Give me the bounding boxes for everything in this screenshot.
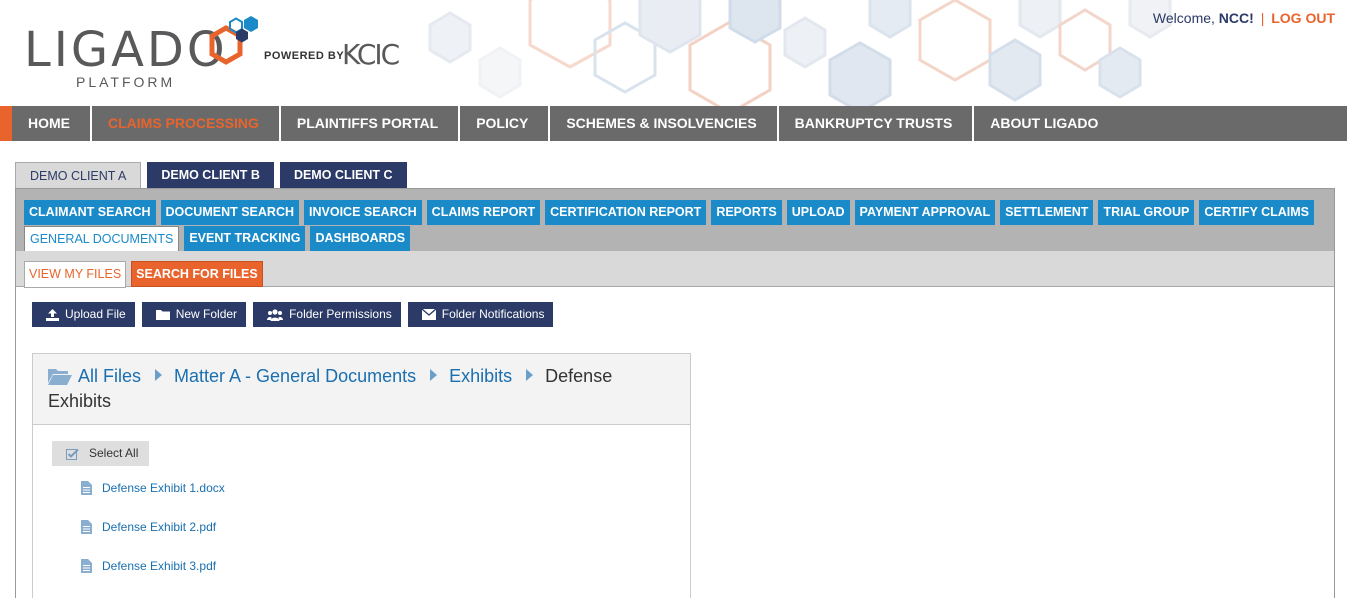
client-tabs: DEMO CLIENT A DEMO CLIENT B DEMO CLIENT … [15, 162, 413, 190]
file-name[interactable]: Defense Exhibit 3.pdf [102, 559, 216, 573]
nav-bankruptcy-trusts[interactable]: BANKRUPTCY TRUSTS [779, 106, 975, 141]
list-item[interactable]: Defense Exhibit 2.pdf [81, 520, 225, 559]
breadcrumb-all-files[interactable]: All Files [78, 366, 141, 386]
subtab-reports[interactable]: REPORTS [711, 200, 782, 225]
nav-schemes-insolvencies[interactable]: SCHEMES & INSOLVENCIES [550, 106, 779, 141]
welcome-text: Welcome, [1152, 10, 1215, 26]
chevron-right-icon [430, 369, 438, 381]
file-list: Defense Exhibit 1.docx Defense Exhibit 2… [81, 481, 225, 598]
tab-view-my-files[interactable]: VIEW MY FILES [24, 261, 127, 288]
nav-home[interactable]: HOME [12, 106, 92, 141]
tab-search-for-files[interactable]: SEARCH FOR FILES [131, 261, 263, 287]
folder-permissions-label: Folder Permissions [289, 307, 392, 321]
chevron-right-icon [155, 369, 163, 381]
client-panel: CLAIMANT SEARCH DOCUMENT SEARCH INVOICE … [15, 188, 1335, 598]
users-icon [267, 308, 284, 321]
tab-demo-client-a[interactable]: DEMO CLIENT A [15, 162, 142, 190]
sub-nav-row-2: GENERAL DOCUMENTS EVENT TRACKING DASHBOA… [24, 226, 415, 252]
select-all-label: Select All [89, 446, 139, 460]
folder-notifications-button[interactable]: Folder Notifications [407, 302, 554, 327]
breadcrumb-bar: All Files Matter A - General Documents Exh… [33, 354, 690, 425]
breadcrumb: All Files Matter A - General Documents Exh… [48, 364, 668, 414]
subtab-certification-report[interactable]: CERTIFICATION REPORT [545, 200, 707, 225]
logo-hexagon-icon [209, 16, 258, 65]
nav-accent-bar [0, 106, 12, 141]
tab-demo-client-b[interactable]: DEMO CLIENT B [147, 162, 274, 189]
folder-permissions-button[interactable]: Folder Permissions [253, 302, 401, 327]
user-name: NCC! [1218, 10, 1254, 26]
upload-icon [46, 308, 59, 321]
welcome-separator: | [1260, 10, 1265, 26]
nav-about-ligado[interactable]: ABOUT LIGADO [974, 106, 1118, 141]
subtab-upload[interactable]: UPLOAD [786, 200, 850, 225]
subtab-settlement[interactable]: SETTLEMENT [1000, 200, 1094, 225]
subtab-trial-group[interactable]: TRIAL GROUP [1098, 200, 1195, 225]
breadcrumb-matter-a[interactable]: Matter A - General Documents [174, 366, 416, 386]
file-icon [81, 481, 92, 495]
chevron-right-icon [526, 369, 534, 381]
subtab-document-search[interactable]: DOCUMENT SEARCH [160, 200, 300, 225]
welcome-area: Welcome, NCC! | LOG OUT [1153, 10, 1335, 26]
upload-file-label: Upload File [65, 307, 126, 321]
ligado-logo[interactable]: LIGADO PLATFORM [24, 12, 274, 92]
subtab-event-tracking[interactable]: EVENT TRACKING [184, 226, 306, 251]
files-tab-bar: VIEW MY FILES SEARCH FOR FILES [16, 251, 1334, 288]
logo-subtitle: PLATFORM [76, 74, 176, 90]
list-item[interactable]: Defense Exhibit 1.docx [81, 481, 225, 520]
subtab-invoice-search[interactable]: INVOICE SEARCH [304, 200, 422, 225]
sub-navigation: CLAIMANT SEARCH DOCUMENT SEARCH INVOICE … [16, 189, 1334, 252]
subtab-claimant-search[interactable]: CLAIMANT SEARCH [24, 200, 156, 225]
file-icon [81, 520, 92, 534]
file-actions: Upload File New Folder Folder Permission… [32, 302, 560, 327]
new-folder-label: New Folder [175, 307, 238, 321]
envelope-icon [421, 309, 436, 320]
file-name[interactable]: Defense Exhibit 2.pdf [102, 520, 216, 534]
subtab-certify-claims[interactable]: CERTIFY CLAIMS [1199, 200, 1314, 225]
file-browser: All Files Matter A - General Documents Exh… [32, 353, 691, 598]
list-item[interactable]: Defense Exhibit 3.pdf [81, 559, 225, 598]
subtab-claims-report[interactable]: CLAIMS REPORT [426, 200, 541, 225]
nav-plaintiffs-portal[interactable]: PLAINTIFFS PORTAL [281, 106, 461, 141]
subtab-payment-approval[interactable]: PAYMENT APPROVAL [854, 200, 996, 225]
nav-policy[interactable]: POLICY [460, 106, 551, 141]
folder-open-icon [48, 369, 72, 385]
sub-nav-row-1: CLAIMANT SEARCH DOCUMENT SEARCH INVOICE … [24, 200, 1319, 225]
file-icon [81, 559, 92, 573]
new-folder-button[interactable]: New Folder [141, 302, 247, 327]
subtab-dashboards[interactable]: DASHBOARDS [310, 226, 411, 251]
main-navigation: HOME CLAIMS PROCESSING PLAINTIFFS PORTAL… [0, 106, 1347, 141]
breadcrumb-exhibits[interactable]: Exhibits [449, 366, 512, 386]
tab-demo-client-c[interactable]: DEMO CLIENT C [279, 162, 407, 189]
upload-file-button[interactable]: Upload File [32, 302, 135, 327]
powered-by-label: POWERED BY [264, 50, 345, 62]
subtab-general-documents[interactable]: GENERAL DOCUMENTS [24, 226, 180, 252]
folder-notifications-label: Folder Notifications [441, 307, 545, 321]
checkbox-checked-icon [66, 448, 79, 460]
file-name[interactable]: Defense Exhibit 1.docx [102, 481, 225, 495]
nav-claims-processing[interactable]: CLAIMS PROCESSING [92, 106, 281, 141]
kcic-logo: KCIC [342, 38, 400, 71]
logout-link[interactable]: LOG OUT [1271, 10, 1335, 26]
select-all-button[interactable]: Select All [52, 441, 149, 466]
header: LIGADO PLATFORM POWERED BY KCIC Welcome,… [0, 0, 1347, 106]
folder-icon [155, 310, 170, 320]
